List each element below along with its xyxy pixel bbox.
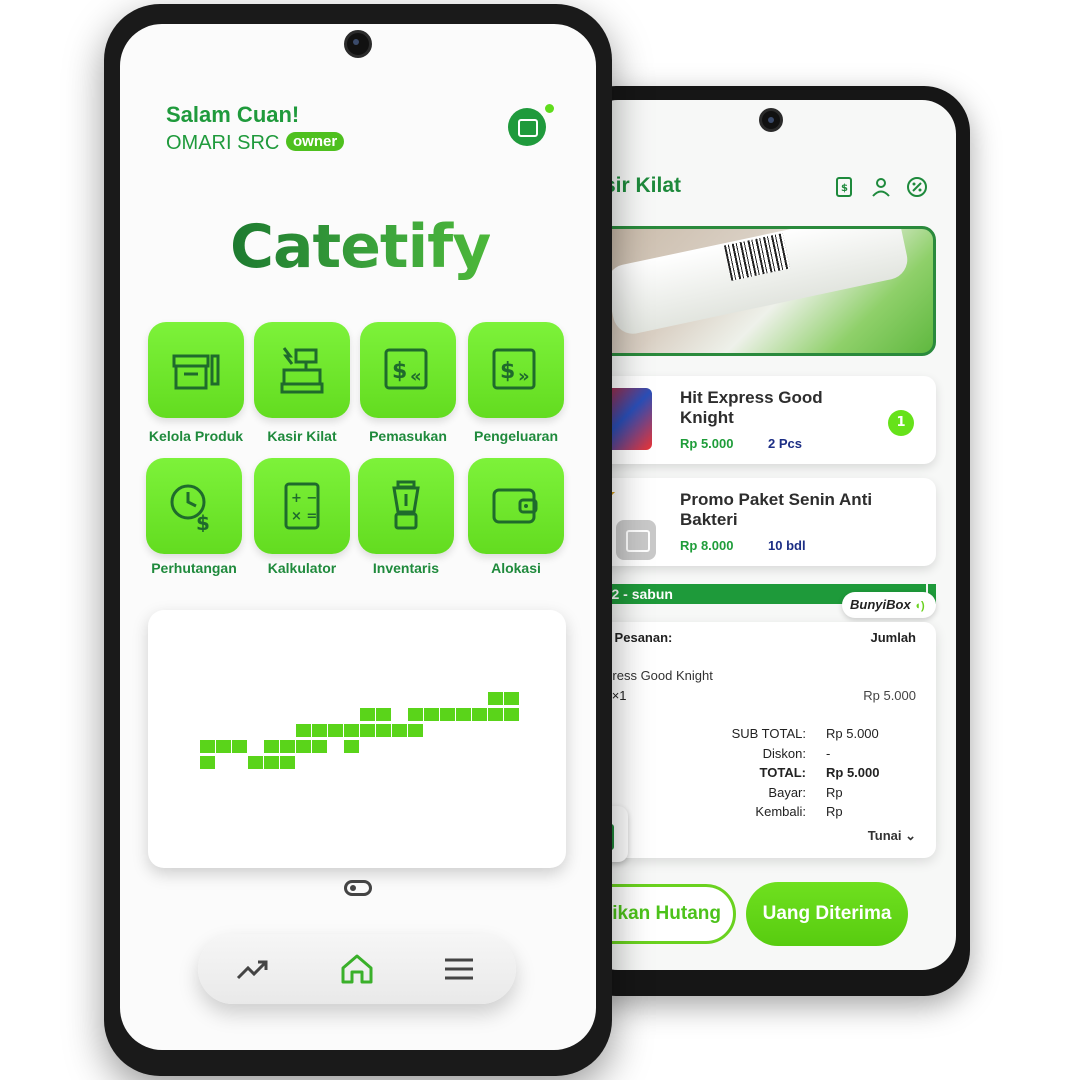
- app-logo: Catetify: [230, 212, 491, 282]
- header-actions: $: [834, 176, 928, 198]
- bunyibox-chip[interactable]: BunyiBox ◖): [842, 592, 936, 618]
- svg-text:«: «: [410, 366, 422, 387]
- chart-pixel: [200, 740, 215, 753]
- chart-pixel: [504, 708, 519, 721]
- chart-pixel: [296, 740, 311, 753]
- payment-method-select[interactable]: Tunai ⌄: [868, 828, 916, 844]
- calendar-icon[interactable]: [508, 108, 546, 146]
- product-stock: 10 bdl: [768, 538, 806, 553]
- chart-pixel: [328, 724, 343, 737]
- chart-pixel: [360, 708, 375, 721]
- chart-pixel: [424, 708, 439, 721]
- money-out-icon[interactable]: $»: [468, 322, 564, 418]
- sales-chart-card: [148, 610, 566, 868]
- product-card[interactable]: Promo Paket Senin Anti Bakteri Rp 8.000 …: [594, 478, 936, 566]
- home-screen: Salam Cuan! OMARI SRC owner Catetify Kel…: [120, 24, 596, 1050]
- chart-pixel: [392, 724, 407, 737]
- box-pencil-icon[interactable]: [148, 322, 244, 418]
- role-badge: owner: [286, 132, 345, 151]
- chart-pixel: [376, 708, 391, 721]
- chart-pixel: [376, 724, 391, 737]
- image-placeholder-icon: [616, 520, 656, 560]
- chart-pixel: [360, 724, 375, 737]
- order-item-total: Rp 5.000: [863, 688, 916, 703]
- chart-pixel: [216, 740, 231, 753]
- chart-pixel: [296, 724, 311, 737]
- visibility-toggle-icon[interactable]: [344, 880, 372, 896]
- menu-label-alokasi: Alokasi: [491, 560, 541, 576]
- chart-pixel: [312, 724, 327, 737]
- calculator-icon[interactable]: + − × =: [254, 458, 350, 554]
- barcode-scanner-view[interactable]: [594, 226, 936, 356]
- home-icon[interactable]: [340, 954, 374, 984]
- greeting: Salam Cuan!: [166, 102, 300, 127]
- svg-text:$: $: [500, 359, 515, 384]
- svg-text:»: »: [518, 366, 530, 387]
- order-receipt: ftar Pesanan: Jumlah Express Good Knight…: [584, 622, 936, 858]
- sound-wave-icon: ◖): [914, 600, 925, 612]
- chart-pixel: [232, 740, 247, 753]
- svg-text:× =: × =: [291, 509, 317, 524]
- product-name: Promo Paket Senin Anti Bakteri: [680, 490, 873, 529]
- chart-pixel: [344, 724, 359, 737]
- user-name: OMARI SRC: [166, 132, 280, 154]
- page-title: sir Kilat: [604, 174, 682, 197]
- front-camera: [759, 108, 783, 132]
- product-stock: 2 Pcs: [768, 436, 802, 451]
- discount-icon[interactable]: [906, 176, 928, 198]
- menu-label-pengeluaran: Pengeluaran: [473, 428, 559, 444]
- money-in-icon[interactable]: $ «: [360, 322, 456, 418]
- chart-pixel: [472, 708, 487, 721]
- product-card[interactable]: Hit Express Good Knight Rp 5.000 2 Pcs 1: [594, 376, 936, 464]
- bunyibox-label: BunyiBox: [850, 597, 911, 612]
- chart-pixel: [344, 740, 359, 753]
- svg-text:$: $: [841, 183, 848, 194]
- money-received-button[interactable]: Uang Diterima: [746, 882, 908, 946]
- product-price: Rp 5.000: [680, 436, 734, 451]
- wallet-icon[interactable]: [468, 458, 564, 554]
- product-price: Rp 8.000: [680, 538, 734, 553]
- svg-text:$: $: [392, 359, 407, 384]
- front-camera: [344, 30, 372, 58]
- user-icon[interactable]: [870, 176, 892, 198]
- menu-icon[interactable]: [442, 954, 476, 984]
- chart-pixel: [280, 756, 295, 769]
- product-name: Hit Express Good Knight: [680, 388, 823, 427]
- chart-pixel: [488, 708, 503, 721]
- notification-dot: [545, 104, 554, 113]
- kasir-kilat-screen: sir Kilat $ Hit Express Good Knight Rp 5…: [584, 100, 956, 970]
- chart-pixel: [408, 724, 423, 737]
- chart-pixel: [440, 708, 455, 721]
- svg-text:$: $: [196, 511, 210, 532]
- chart-pixel: [248, 756, 263, 769]
- svg-text:+ −: + −: [291, 491, 317, 506]
- back-phone: sir Kilat $ Hit Express Good Knight Rp 5…: [570, 86, 970, 996]
- chart-pixel: [456, 708, 471, 721]
- chart-pixel: [488, 692, 503, 705]
- chart-pixel: [408, 708, 423, 721]
- chart-pixel: [264, 756, 279, 769]
- chart-pixel: [264, 740, 279, 753]
- bottom-nav: [198, 934, 516, 1004]
- cash-register-icon[interactable]: [254, 322, 350, 418]
- receipt-dollar-icon[interactable]: $: [834, 176, 856, 198]
- amount-heading: Jumlah: [870, 630, 916, 645]
- chart-pixel: [280, 740, 295, 753]
- chart-pixel: [312, 740, 327, 753]
- clock-dollar-icon[interactable]: $: [146, 458, 242, 554]
- trend-icon[interactable]: [236, 954, 270, 984]
- blender-icon[interactable]: [358, 458, 454, 554]
- chart-pixel: [200, 756, 215, 769]
- chart-pixel: [504, 692, 519, 705]
- promo-stage: sir Kilat $ Hit Express Good Knight Rp 5…: [0, 0, 1080, 1080]
- cart-count-badge: 1: [888, 410, 914, 436]
- front-phone: Salam Cuan! OMARI SRC owner Catetify Kel…: [104, 4, 612, 1076]
